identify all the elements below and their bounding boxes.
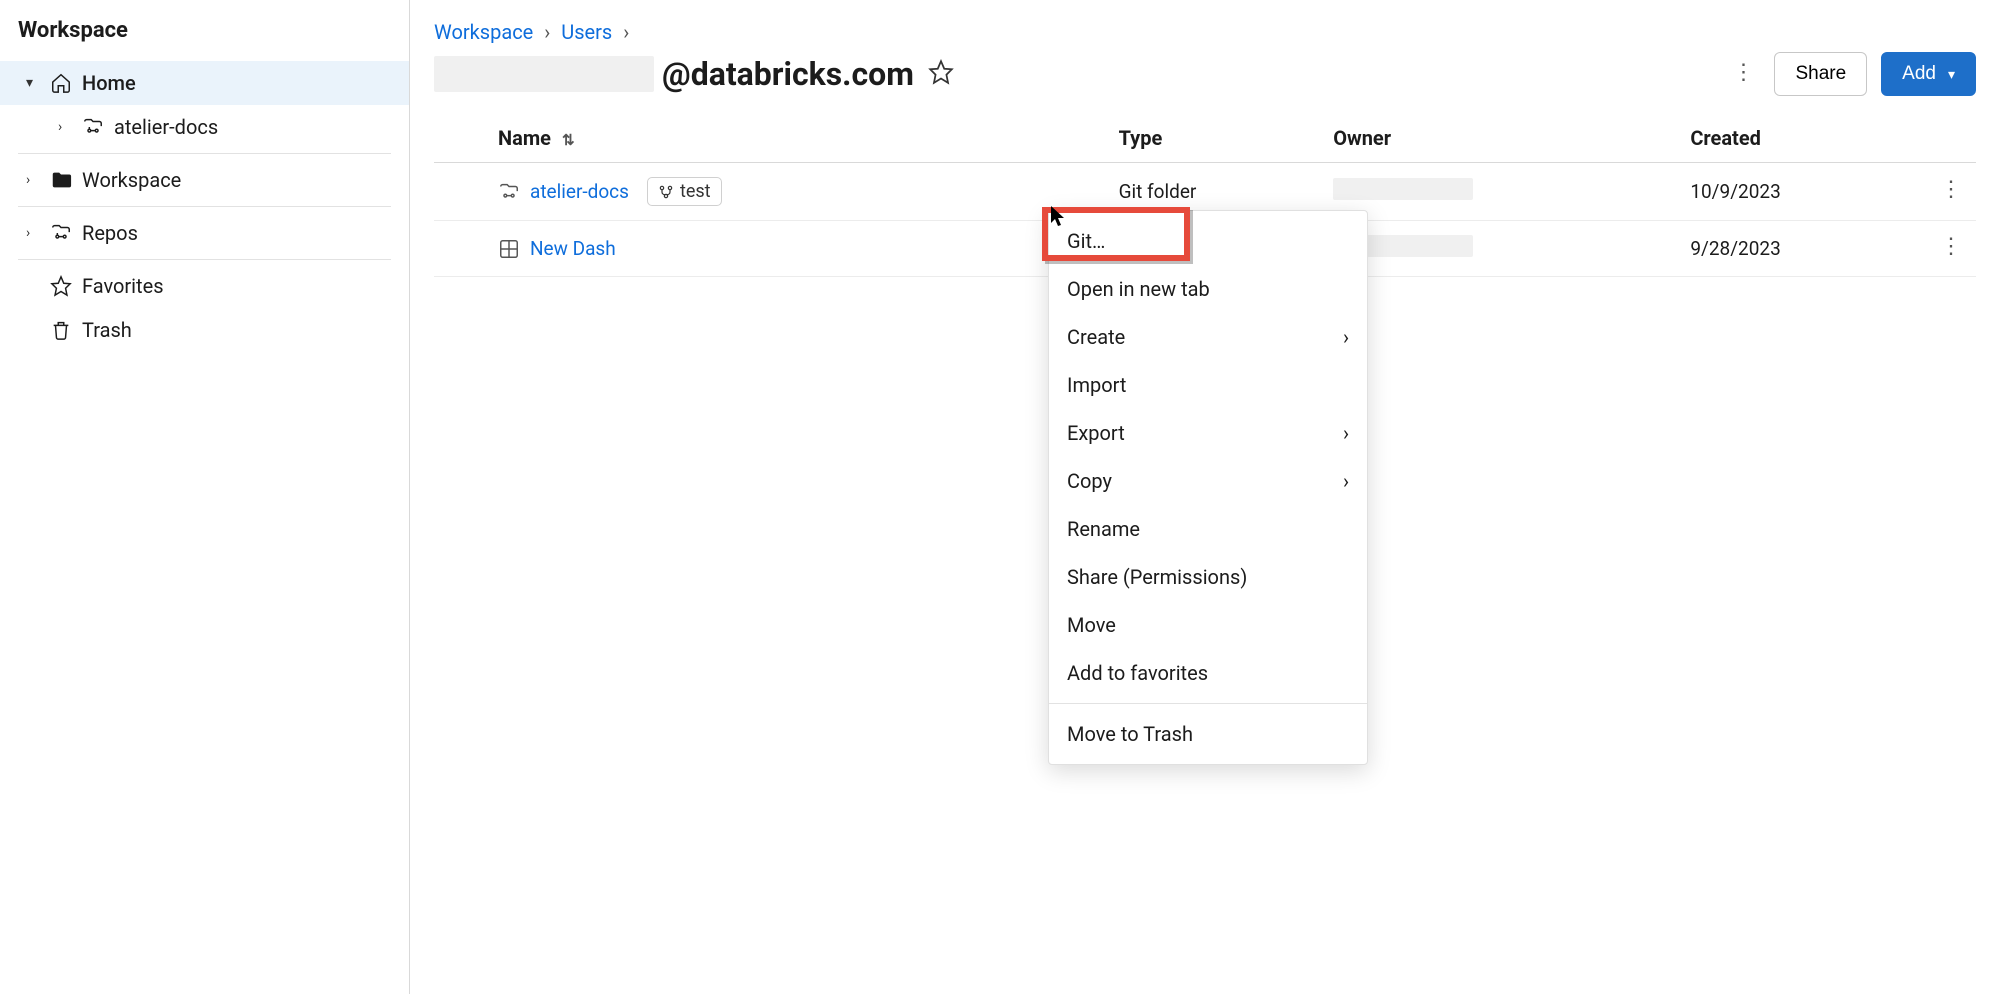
ctx-item-move[interactable]: Move (1049, 601, 1367, 649)
ctx-item-create[interactable]: Create › (1049, 313, 1367, 361)
repo-icon (50, 222, 72, 244)
page-title: @databricks.com (434, 55, 954, 93)
sidebar-tree: ▾ Home › atelier-docs › Workspace › Repo… (0, 61, 409, 352)
add-button-label: Add (1902, 63, 1936, 85)
page-title-suffix: @databricks.com (662, 55, 914, 93)
git-branch-icon (658, 184, 674, 200)
col-header-owner[interactable]: Owner (1325, 114, 1682, 163)
ctx-divider (1049, 703, 1367, 704)
ctx-item-label: Import (1067, 373, 1126, 397)
ctx-item-label: Create (1067, 325, 1125, 349)
sidebar-item-label: atelier-docs (114, 115, 218, 139)
page-header: @databricks.com Share Add ▾ (434, 52, 1976, 96)
chevron-down-icon: ▾ (1948, 66, 1955, 83)
col-header-type[interactable]: Type (1111, 114, 1326, 163)
sidebar: Workspace ▾ Home › atelier-docs › Worksp… (0, 0, 410, 994)
sidebar-divider (18, 153, 391, 154)
ctx-item-export[interactable]: Export › (1049, 409, 1367, 457)
home-icon (50, 72, 72, 94)
favorite-star-button[interactable] (928, 55, 954, 93)
col-header-name[interactable]: Name ⇅ (434, 114, 1111, 163)
redacted-username (434, 56, 654, 92)
ctx-item-label: Move to Trash (1067, 722, 1193, 746)
chevron-right-icon: › (26, 225, 40, 241)
chevron-right-icon: › (26, 172, 40, 188)
context-menu: Git… Open in new tab Create › Import Expo… (1048, 210, 1368, 765)
name-cell: atelier-docs test (498, 177, 1103, 206)
share-button[interactable]: Share (1774, 52, 1867, 96)
ctx-item-label: Rename (1067, 517, 1140, 541)
sidebar-title: Workspace (0, 18, 409, 61)
breadcrumb-users[interactable]: Users (561, 20, 612, 44)
star-icon (50, 275, 72, 297)
row-kebab-menu[interactable] (1934, 235, 1968, 262)
ctx-item-label: Open in new tab (1067, 277, 1210, 301)
file-name-link[interactable]: New Dash (530, 237, 616, 260)
folder-git-icon (498, 181, 520, 203)
add-button[interactable]: Add ▾ (1881, 52, 1976, 96)
header-actions: Share Add ▾ (1726, 52, 1976, 96)
sidebar-divider (18, 206, 391, 207)
sidebar-item-home[interactable]: ▾ Home (0, 61, 409, 105)
breadcrumb-separator: › (544, 20, 550, 44)
breadcrumb: Workspace › Users › (434, 20, 1976, 52)
redacted-owner (1333, 178, 1473, 200)
chevron-right-icon: › (1343, 421, 1349, 445)
owner-cell (1325, 163, 1682, 221)
sidebar-item-label: Workspace (82, 168, 181, 192)
branch-pill[interactable]: test (647, 177, 722, 206)
ctx-item-import[interactable]: Import (1049, 361, 1367, 409)
sidebar-item-favorites[interactable]: Favorites (0, 264, 409, 308)
kebab-icon (1940, 246, 1962, 249)
ctx-item-move-to-trash[interactable]: Move to Trash (1049, 710, 1367, 758)
created-cell: 9/28/2023 (1682, 221, 1926, 277)
folder-icon (50, 169, 72, 191)
main-content: Workspace › Users › @databricks.com Shar… (410, 0, 1992, 994)
chevron-right-icon: › (1343, 325, 1349, 349)
col-header-label: Name (498, 126, 551, 150)
file-name-link[interactable]: atelier-docs (530, 180, 629, 203)
ctx-item-copy[interactable]: Copy › (1049, 457, 1367, 505)
folder-git-icon (82, 116, 104, 138)
ctx-item-share-permissions[interactable]: Share (Permissions) (1049, 553, 1367, 601)
sidebar-item-atelier-docs[interactable]: › atelier-docs (0, 105, 409, 149)
owner-cell (1325, 221, 1682, 277)
sort-asc-icon: ⇅ (562, 131, 575, 149)
col-header-created[interactable]: Created (1682, 114, 1926, 163)
created-cell: 10/9/2023 (1682, 163, 1926, 221)
ctx-item-rename[interactable]: Rename (1049, 505, 1367, 553)
sidebar-item-label: Repos (82, 221, 138, 245)
sidebar-item-label: Home (82, 71, 136, 95)
ctx-item-label: Share (Permissions) (1067, 565, 1247, 589)
page-kebab-menu[interactable] (1726, 61, 1760, 88)
chevron-right-icon: › (58, 119, 72, 135)
branch-name: test (680, 181, 711, 202)
row-kebab-menu[interactable] (1934, 178, 1968, 205)
dashboard-icon (498, 238, 520, 260)
ctx-item-label: Export (1067, 421, 1125, 445)
ctx-item-label: Add to favorites (1067, 661, 1208, 685)
ctx-item-open-new-tab[interactable]: Open in new tab (1049, 265, 1367, 313)
sidebar-item-workspace[interactable]: › Workspace (0, 158, 409, 202)
breadcrumb-separator: › (623, 20, 629, 44)
name-cell: New Dash (498, 237, 1103, 260)
ctx-item-label: Copy (1067, 469, 1112, 493)
breadcrumb-workspace[interactable]: Workspace (434, 20, 533, 44)
ctx-item-git[interactable]: Git… (1049, 217, 1367, 265)
ctx-item-label: Move (1067, 613, 1116, 637)
sidebar-item-label: Trash (82, 318, 132, 342)
ctx-item-label: Git… (1067, 229, 1105, 253)
chevron-down-icon: ▾ (26, 75, 40, 91)
sidebar-item-repos[interactable]: › Repos (0, 211, 409, 255)
chevron-right-icon: › (1343, 469, 1349, 493)
sidebar-divider (18, 259, 391, 260)
star-outline-icon (928, 59, 954, 85)
ctx-item-add-favorites[interactable]: Add to favorites (1049, 649, 1367, 697)
kebab-icon (1940, 189, 1962, 192)
sidebar-item-trash[interactable]: Trash (0, 308, 409, 352)
trash-icon (50, 319, 72, 341)
kebab-icon (1732, 72, 1754, 75)
sidebar-item-label: Favorites (82, 274, 164, 298)
